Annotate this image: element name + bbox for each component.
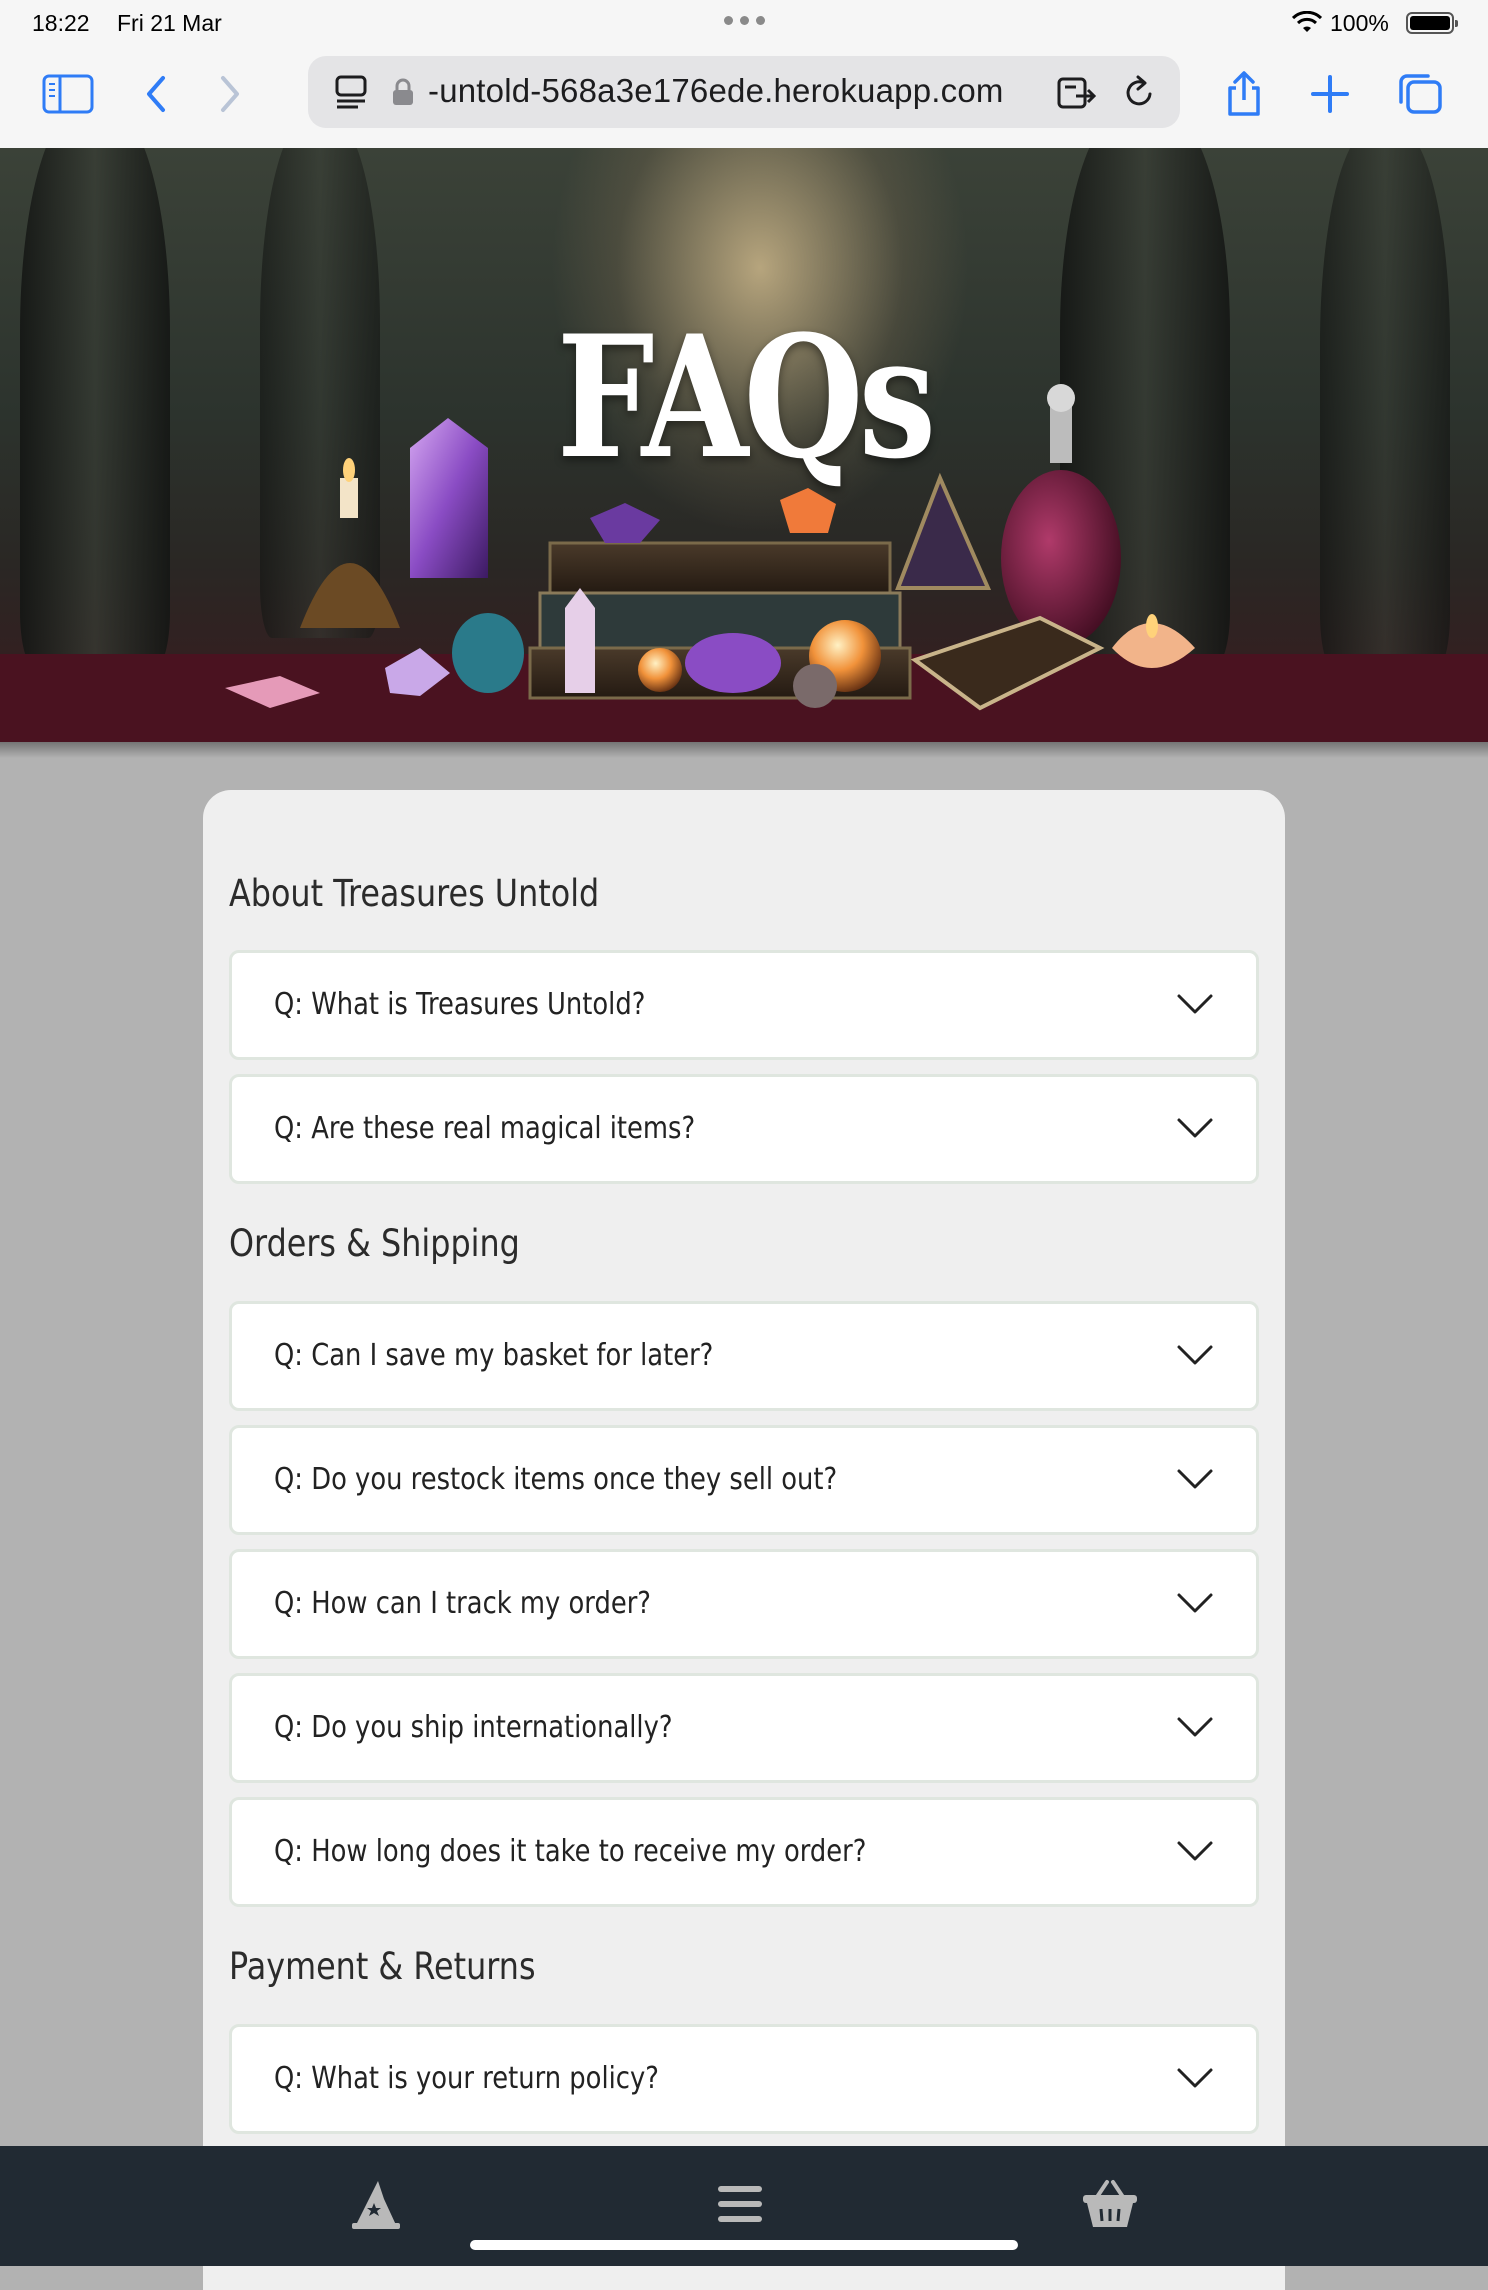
chevron-down-icon [1177,1118,1213,1138]
faq-item[interactable]: Q: What is your return policy? [229,2024,1259,2134]
tab-share-icon[interactable] [1056,76,1098,110]
faq-item[interactable]: Q: Do you ship internationally? [229,1673,1259,1783]
sidebar-icon[interactable] [40,70,96,118]
section-title-about: About Treasures Untold [229,872,600,915]
back-icon[interactable] [128,70,184,118]
browser-toolbar: -untold-568a3e176ede.herokuapp.com [0,48,1488,149]
chevron-down-icon [1177,994,1213,1014]
faq-item[interactable]: Q: Can I save my basket for later? [229,1301,1259,1411]
faq-item[interactable]: Q: How can I track my order? [229,1549,1259,1659]
tabs-icon[interactable] [1392,70,1448,118]
wifi-icon [1292,11,1322,32]
forward-icon[interactable] [202,70,258,118]
bottom-nav [0,2146,1488,2266]
hero-shadow [0,742,1488,758]
lock-icon [393,78,413,105]
faq-item[interactable]: Q: Do you restock items once they sell o… [229,1425,1259,1535]
battery-icon [1406,12,1458,34]
menu-icon[interactable] [708,2174,772,2234]
faq-question: Q: Do you restock items once they sell o… [274,1462,838,1497]
share-icon[interactable] [1216,70,1272,118]
section-title-payment: Payment & Returns [229,1945,536,1988]
status-date: Fri 21 Mar [117,10,222,36]
faq-question: Q: What is Treasures Untold? [274,987,646,1022]
home-indicator[interactable] [470,2240,1018,2250]
faq-question: Q: Do you ship internationally? [274,1710,673,1745]
status-bar: 18:22 Fri 21 Mar 100% [0,0,1488,48]
chevron-down-icon [1177,1841,1213,1861]
section-title-orders: Orders & Shipping [229,1222,520,1265]
page-title: FAQs [556,298,936,496]
faq-question: Q: Are these real magical items? [274,1111,696,1146]
hero-banner: FAQs [0,148,1488,742]
chevron-down-icon [1177,1469,1213,1489]
chevron-down-icon [1177,1717,1213,1737]
reload-icon[interactable] [1122,74,1158,110]
faq-question: Q: Can I save my basket for later? [274,1338,714,1373]
chevron-down-icon [1177,1593,1213,1613]
multitasking-dots-icon[interactable] [722,12,766,26]
faq-item[interactable]: Q: What is Treasures Untold? [229,950,1259,1060]
url-text[interactable]: -untold-568a3e176ede.herokuapp.com [428,72,1004,110]
faq-question: Q: How long does it take to receive my o… [274,1834,867,1869]
chevron-down-icon [1177,1345,1213,1365]
faq-item[interactable]: Q: How long does it take to receive my o… [229,1797,1259,1907]
new-tab-icon[interactable] [1302,70,1358,118]
reader-icon[interactable] [334,74,368,110]
battery-percent: 100% [1330,10,1389,36]
chevron-down-icon [1177,2068,1213,2088]
faq-item[interactable]: Q: Are these real magical items? [229,1074,1259,1184]
faq-question: Q: What is your return policy? [274,2061,659,2096]
url-bar[interactable]: -untold-568a3e176ede.herokuapp.com [308,56,1180,128]
faq-card: About Treasures Untold Q: What is Treasu… [203,790,1285,2290]
basket-icon[interactable] [1078,2174,1142,2234]
faq-question: Q: How can I track my order? [274,1586,652,1621]
status-time: 18:22 [32,10,90,36]
wizard-hat-icon[interactable] [344,2174,408,2234]
